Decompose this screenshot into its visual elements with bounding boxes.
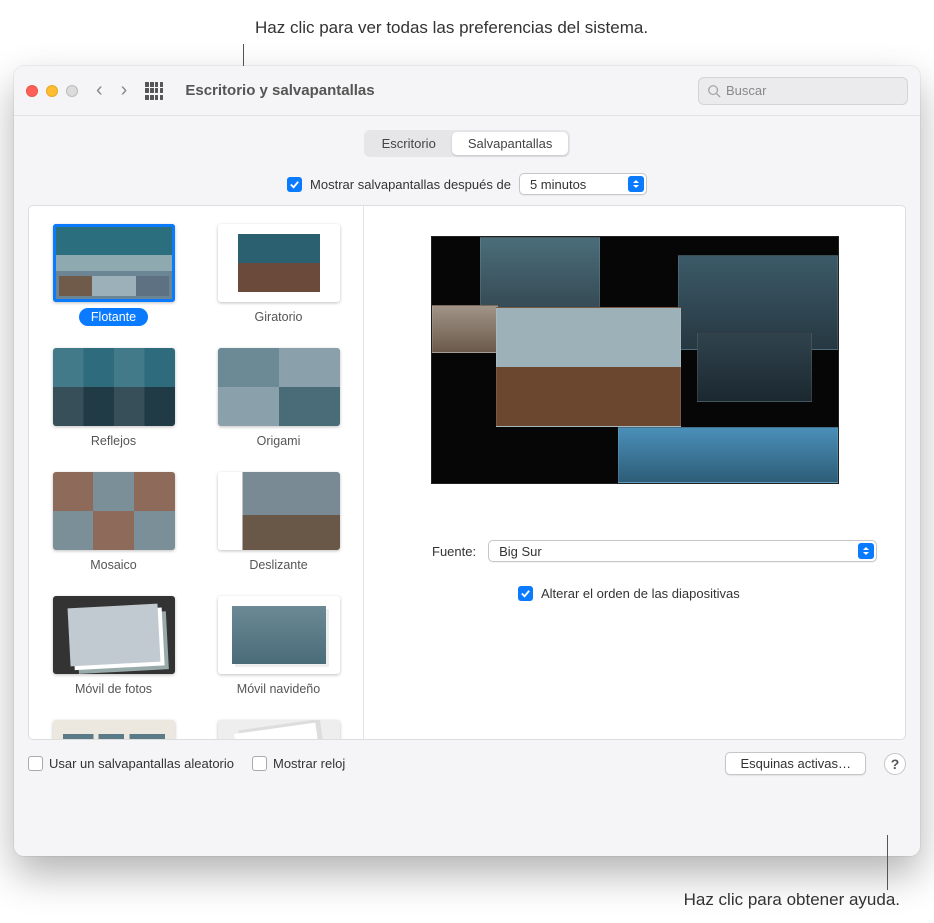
show-after-value: 5 minutos (530, 177, 586, 192)
source-label: Fuente: (432, 544, 476, 559)
show-after-label: Mostrar salvapantallas después de (310, 177, 511, 192)
tab-screensaver[interactable]: Salvapantallas (452, 132, 569, 155)
show-all-icon[interactable] (145, 82, 163, 100)
preview-image (618, 427, 838, 483)
screensaver-item-origami[interactable]: Origami (210, 348, 347, 450)
screensaver-label: Reflejos (79, 432, 148, 450)
screensaver-label: Origami (245, 432, 313, 450)
screensaver-label: Móvil navideño (225, 680, 332, 698)
show-after-checkbox[interactable] (287, 177, 302, 192)
screensaver-thumbnail (218, 596, 340, 674)
zoom-window-button (66, 85, 78, 97)
random-label: Usar un salvapantallas aleatorio (49, 756, 234, 771)
preview-image (697, 332, 812, 402)
screensaver-thumbnail (53, 472, 175, 550)
screensaver-thumbnail (53, 720, 175, 739)
screensaver-item-copias[interactable]: Copias clásicas (210, 720, 347, 739)
forward-button[interactable]: › (121, 79, 128, 102)
window-title: Escritorio y salvapantallas (185, 82, 374, 99)
screensaver-thumbnail (53, 348, 175, 426)
screensaver-preview[interactable] (431, 236, 839, 484)
screensaver-panel: Flotante Giratorio Reflejos Origami Mosaico D… (28, 205, 906, 740)
shuffle-checkbox[interactable] (518, 586, 533, 601)
screensaver-item-flotante[interactable]: Flotante (45, 224, 182, 326)
random-checkbox[interactable] (28, 756, 43, 771)
callout-grid: Haz clic para ver todas las preferencias… (255, 18, 648, 38)
show-after-select[interactable]: 5 minutos (519, 173, 647, 195)
tab-desktop[interactable]: Escritorio (366, 132, 452, 155)
screensaver-thumbnail (218, 720, 340, 739)
screensaver-item-mosaico[interactable]: Mosaico (45, 472, 182, 574)
nav-arrows: ‹ › (96, 79, 127, 102)
screensaver-label: Deslizante (237, 556, 319, 574)
clock-checkbox[interactable] (252, 756, 267, 771)
screensaver-thumbnail (218, 472, 340, 550)
screensaver-label: Móvil de fotos (63, 680, 164, 698)
source-select[interactable]: Big Sur (488, 540, 877, 562)
help-button[interactable]: ? (884, 753, 906, 775)
source-value: Big Sur (499, 544, 542, 559)
screensaver-label: Mosaico (78, 556, 149, 574)
screensaver-thumbnail (53, 224, 175, 302)
preview-image (480, 237, 600, 317)
minimize-window-button[interactable] (46, 85, 58, 97)
window-controls (26, 85, 78, 97)
preview-image (432, 305, 498, 353)
screensaver-item-movilnav[interactable]: Móvil navideño (210, 596, 347, 698)
screensaver-item-giratorio[interactable]: Giratorio (210, 224, 347, 326)
preferences-window: ‹ › Escritorio y salvapantallas Buscar E… (14, 66, 920, 856)
search-field[interactable]: Buscar (698, 77, 908, 105)
search-placeholder: Buscar (726, 83, 766, 98)
search-icon (707, 84, 721, 98)
screensaver-item-movilfotos[interactable]: Móvil de fotos (45, 596, 182, 698)
callout-help: Haz clic para obtener ayuda. (450, 890, 900, 910)
screensaver-thumbnail (53, 596, 175, 674)
callout-line (887, 835, 888, 890)
screensaver-item-reflejos[interactable]: Reflejos (45, 348, 182, 450)
stepper-icon (858, 543, 874, 559)
titlebar: ‹ › Escritorio y salvapantallas Buscar (14, 66, 920, 116)
screensaver-item-mural[interactable]: Mural (45, 720, 182, 739)
bottom-bar: Usar un salvapantallas aleatorio Mostrar… (14, 740, 920, 789)
clock-label: Mostrar reloj (273, 756, 345, 771)
close-window-button[interactable] (26, 85, 38, 97)
screensaver-label: Flotante (79, 308, 148, 326)
back-button[interactable]: ‹ (96, 79, 103, 102)
screensaver-thumbnail (218, 348, 340, 426)
hot-corners-button[interactable]: Esquinas activas… (725, 752, 866, 775)
stepper-icon (628, 176, 644, 192)
screensaver-list[interactable]: Flotante Giratorio Reflejos Origami Mosaico D… (29, 206, 364, 739)
screensaver-item-deslizante[interactable]: Deslizante (210, 472, 347, 574)
shuffle-label: Alterar el orden de las diapositivas (541, 586, 740, 601)
preview-image (496, 307, 681, 427)
screensaver-label: Giratorio (243, 308, 315, 326)
tab-segmented-control: Escritorio Salvapantallas (364, 130, 571, 157)
screensaver-thumbnail (218, 224, 340, 302)
